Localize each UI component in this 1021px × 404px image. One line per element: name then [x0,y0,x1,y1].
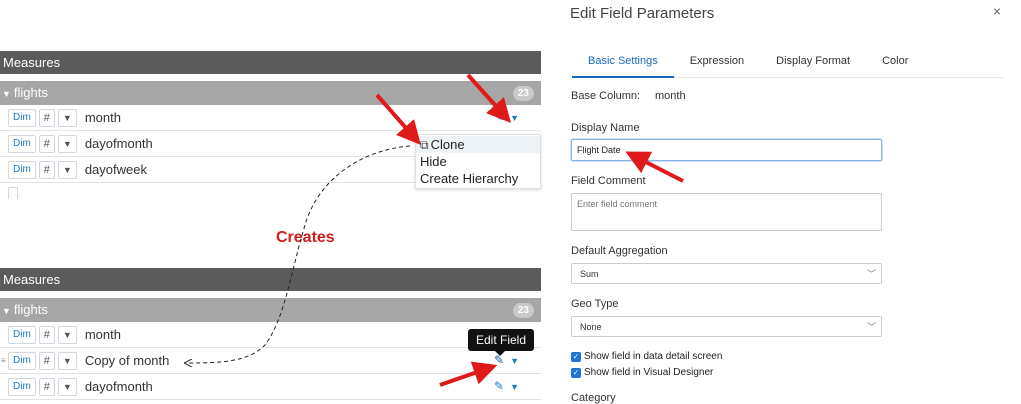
base-column-value: month [655,90,686,102]
measures-header: Measures [0,268,541,291]
checkbox-checked-icon[interactable]: ✓ [571,351,581,362]
drag-handle-icon[interactable]: ≡ [1,356,6,365]
type-badge[interactable]: # [38,134,55,153]
dim-badge[interactable]: Dim [8,108,36,127]
tab-expression[interactable]: Expression [690,52,744,78]
geo-type-label: Geo Type [571,298,619,310]
dialog-tabs: Basic Settings Expression Display Format… [572,52,1004,78]
select-value: Sum [580,269,599,279]
checkbox-visual-designer[interactable]: ✓ Show field in Visual Designer [571,367,713,378]
select-value: None [580,322,602,332]
creates-annotation: Creates [276,229,335,246]
menu-item-hide[interactable]: Hide [416,153,540,170]
tab-display-format[interactable]: Display Format [776,52,850,78]
type-dropdown-icon[interactable]: ▼ [57,325,77,344]
field-name: month [84,327,121,342]
field-row-month[interactable]: Dim # ▼ month [0,322,541,348]
field-row-dayofmonth[interactable]: Dim # ▼ dayofmonth ✎ ▼ [0,374,541,400]
default-aggregation-label: Default Aggregation [571,245,668,257]
type-badge[interactable]: # [38,351,55,370]
count-badge: 23 [512,303,534,318]
field-row-month[interactable]: Dim # ▼ month ✎ ▼ [0,105,541,131]
field-name: month [84,110,121,125]
pencil-icon[interactable]: ✎ [494,110,504,124]
chevron-down-icon: ﹀ [866,322,876,332]
pencil-icon[interactable]: ✎ [494,379,504,393]
group-row-flights[interactable]: ▼ flights 23 [0,298,541,322]
category-label: Category [571,392,616,404]
type-dropdown-icon[interactable]: ▼ [57,351,77,370]
tab-basic-settings[interactable]: Basic Settings [572,52,674,78]
field-comment-textarea[interactable]: Enter field comment [571,193,882,231]
field-context-menu: ⧉ Clone Hide Create Hierarchy [415,134,541,189]
field-row-copy-of-month[interactable]: ≡ Dim # ▼ Copy of month ✎ ▼ [0,348,541,374]
measures-panel-bottom: Measures ▼ flights 23 Dim # ▼ month ≡ Dim… [0,268,541,404]
caret-down-icon: ▼ [2,89,11,99]
checkbox-checked-icon[interactable]: ✓ [571,367,581,378]
group-name: flights [13,302,48,317]
chevron-down-icon[interactable]: ▼ [510,356,519,366]
chevron-down-icon: ﹀ [866,269,876,279]
group-name: flights [13,85,48,100]
tab-color[interactable]: Color [882,52,908,78]
measures-header: Measures [0,51,541,74]
menu-item-clone[interactable]: ⧉ Clone [416,136,540,153]
count-badge: 23 [512,86,534,101]
display-name-label: Display Name [571,122,640,134]
caret-down-icon: ▼ [2,306,11,316]
field-name: dayofmonth [84,379,153,394]
geo-type-select[interactable]: None ﹀ [571,316,882,337]
type-dropdown-icon[interactable]: ▼ [57,108,77,127]
checkbox-data-detail[interactable]: ✓ Show field in data detail screen [571,351,722,362]
dialog-title: Edit Field Parameters [570,5,715,22]
field-name: dayofweek [84,162,147,177]
dim-badge[interactable]: Dim [8,160,36,179]
edit-field-dialog: Edit Field Parameters × Basic Settings E… [556,0,1021,404]
dim-badge[interactable]: Dim [8,377,36,396]
type-badge[interactable]: # [38,377,55,396]
type-badge[interactable]: # [38,160,55,179]
chevron-down-icon[interactable]: ▼ [510,382,519,392]
type-dropdown-icon[interactable]: ▼ [57,134,77,153]
type-badge[interactable]: # [38,325,55,344]
dim-badge [8,186,18,199]
dim-badge[interactable]: Dim [8,351,36,370]
display-name-input[interactable]: Flight Date [571,139,882,161]
default-aggregation-select[interactable]: Sum ﹀ [571,263,882,284]
field-comment-label: Field Comment [571,175,646,187]
close-icon[interactable]: × [993,3,1001,19]
base-column-label: Base Column: [571,90,641,102]
field-name: Copy of month [84,353,170,368]
dim-badge[interactable]: Dim [8,325,36,344]
field-name: dayofmonth [84,136,153,151]
type-dropdown-icon[interactable]: ▼ [57,160,77,179]
group-row-flights[interactable]: ▼ flights 23 [0,81,541,105]
edit-field-tooltip: Edit Field [468,329,535,356]
type-badge[interactable]: # [38,108,55,127]
chevron-down-icon[interactable]: ▼ [510,113,519,123]
menu-item-create-hierarchy[interactable]: Create Hierarchy [416,170,540,187]
dim-badge[interactable]: Dim [8,134,36,153]
copy-icon: ⧉ [420,138,429,152]
type-dropdown-icon[interactable]: ▼ [57,377,77,396]
